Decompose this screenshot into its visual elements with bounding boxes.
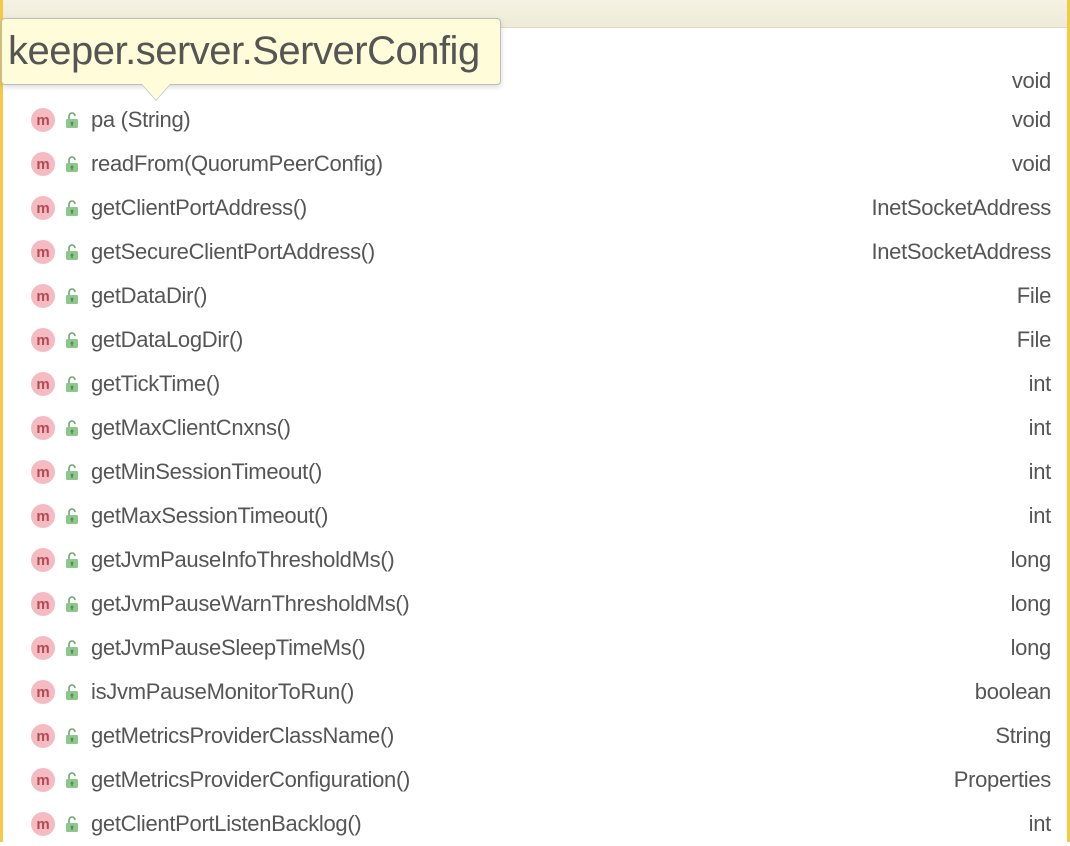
method-name: isJvmPauseMonitorToRun()	[91, 679, 967, 705]
lock-open-icon	[63, 461, 81, 483]
return-type: int	[1021, 371, 1051, 397]
tooltip-text: keeper.server.ServerConfig	[8, 29, 480, 73]
list-item[interactable]: m getClientPortListenBacklog() int	[3, 802, 1067, 846]
method-name: getTickTime()	[91, 371, 1021, 397]
list-item[interactable]: m getClientPortAddress() InetSocketAddre…	[3, 186, 1067, 230]
method-name: getJvmPauseWarnThresholdMs()	[91, 591, 1003, 617]
return-type: long	[1003, 547, 1051, 573]
method-icon: m	[31, 768, 55, 792]
return-type: int	[1021, 811, 1051, 837]
method-name: readFrom(QuorumPeerConfig)	[91, 151, 1004, 177]
list-item[interactable]: m getJvmPauseWarnThresholdMs() long	[3, 582, 1067, 626]
method-icon: m	[31, 372, 55, 396]
lock-open-icon	[63, 417, 81, 439]
return-type: int	[1021, 459, 1051, 485]
method-icon: m	[31, 196, 55, 220]
return-type: Properties	[946, 767, 1051, 793]
method-name: getClientPortListenBacklog()	[91, 811, 1021, 837]
lock-open-icon	[63, 681, 81, 703]
lock-open-icon	[63, 637, 81, 659]
completion-list[interactable]: void m pa (String) void m readFrom(Quoru…	[3, 28, 1067, 846]
list-item[interactable]: m getJvmPauseInfoThresholdMs() long	[3, 538, 1067, 582]
method-icon: m	[31, 460, 55, 484]
return-type: String	[987, 723, 1051, 749]
return-type: InetSocketAddress	[863, 239, 1051, 265]
method-icon: m	[31, 416, 55, 440]
method-name: getDataLogDir()	[91, 327, 1009, 353]
lock-open-icon	[63, 769, 81, 791]
lock-open-icon	[63, 813, 81, 835]
lock-open-icon	[63, 109, 81, 131]
method-icon: m	[31, 680, 55, 704]
lock-open-icon	[63, 549, 81, 571]
method-name: getDataDir()	[91, 283, 1009, 309]
lock-open-icon	[63, 373, 81, 395]
method-name: pa (String)	[91, 107, 1004, 133]
tooltip: keeper.server.ServerConfig	[1, 18, 501, 85]
list-item[interactable]: m pa (String) void	[3, 98, 1067, 142]
method-name: getJvmPauseInfoThresholdMs()	[91, 547, 1003, 573]
method-icon: m	[31, 592, 55, 616]
list-item[interactable]: m isJvmPauseMonitorToRun() boolean	[3, 670, 1067, 714]
method-icon: m	[31, 284, 55, 308]
return-type: void	[1004, 151, 1051, 177]
method-icon: m	[31, 108, 55, 132]
return-type: int	[1021, 503, 1051, 529]
method-icon: m	[31, 636, 55, 660]
list-item[interactable]: m getSecureClientPortAddress() InetSocke…	[3, 230, 1067, 274]
method-icon: m	[31, 240, 55, 264]
method-name: getSecureClientPortAddress()	[91, 239, 863, 265]
return-type: InetSocketAddress	[863, 195, 1051, 221]
return-type: int	[1021, 415, 1051, 441]
list-item[interactable]: m getMetricsProviderConfiguration() Prop…	[3, 758, 1067, 802]
lock-open-icon	[63, 329, 81, 351]
lock-open-icon	[63, 593, 81, 615]
list-item[interactable]: m getMaxSessionTimeout() int	[3, 494, 1067, 538]
completion-popup: keeper.server.ServerConfig void m pa (St…	[0, 0, 1070, 842]
lock-open-icon	[63, 197, 81, 219]
list-item[interactable]: m getMetricsProviderClassName() String	[3, 714, 1067, 758]
list-item[interactable]: m getMaxClientCnxns() int	[3, 406, 1067, 450]
list-item[interactable]: m getJvmPauseSleepTimeMs() long	[3, 626, 1067, 670]
method-name: getMetricsProviderClassName()	[91, 723, 987, 749]
lock-open-icon	[63, 505, 81, 527]
return-type: File	[1009, 327, 1051, 353]
return-type: boolean	[967, 679, 1051, 705]
lock-open-icon	[63, 725, 81, 747]
return-type: long	[1003, 591, 1051, 617]
return-type: void	[1004, 68, 1051, 94]
return-type: File	[1009, 283, 1051, 309]
return-type: long	[1003, 635, 1051, 661]
list-item[interactable]: m getDataDir() File	[3, 274, 1067, 318]
list-item[interactable]: m getDataLogDir() File	[3, 318, 1067, 362]
list-item[interactable]: m getTickTime() int	[3, 362, 1067, 406]
method-icon: m	[31, 724, 55, 748]
lock-open-icon	[63, 153, 81, 175]
return-type: void	[1004, 107, 1051, 133]
lock-open-icon	[63, 285, 81, 307]
lock-open-icon	[63, 241, 81, 263]
method-icon: m	[31, 812, 55, 836]
method-name: getMinSessionTimeout()	[91, 459, 1021, 485]
method-name: getMetricsProviderConfiguration()	[91, 767, 946, 793]
method-icon: m	[31, 328, 55, 352]
list-item[interactable]: m getMinSessionTimeout() int	[3, 450, 1067, 494]
method-name: getClientPortAddress()	[91, 195, 863, 221]
method-name: getMaxSessionTimeout()	[91, 503, 1021, 529]
method-name: getMaxClientCnxns()	[91, 415, 1021, 441]
method-icon: m	[31, 548, 55, 572]
method-name: getJvmPauseSleepTimeMs()	[91, 635, 1003, 661]
list-item[interactable]: m readFrom(QuorumPeerConfig) void	[3, 142, 1067, 186]
method-icon: m	[31, 152, 55, 176]
method-icon: m	[31, 504, 55, 528]
